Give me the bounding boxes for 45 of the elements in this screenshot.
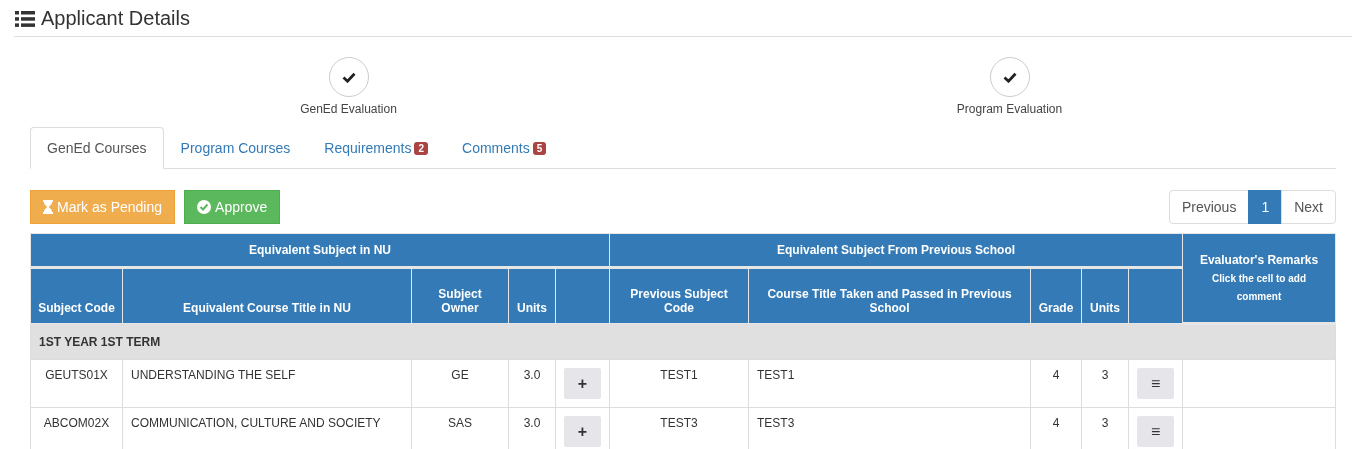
check-icon <box>1002 71 1017 83</box>
column-header: Units <box>1081 267 1129 324</box>
tab[interactable]: Comments 5 <box>445 127 564 169</box>
header-cell <box>1128 267 1183 324</box>
group-header: Equivalent Subject in NU <box>30 233 610 268</box>
table-cell: 4 <box>1030 359 1082 408</box>
group-header: Equivalent Subject From Previous School <box>609 233 1183 268</box>
add-button[interactable]: + <box>564 368 601 399</box>
hourglass-icon <box>43 200 53 214</box>
table-cell: 3 <box>1081 359 1129 408</box>
column-header: Grade <box>1030 267 1082 324</box>
page-link[interactable]: 1 <box>1248 190 1283 224</box>
column-header: Previous Subject Code <box>609 267 749 324</box>
check-circle-icon <box>197 200 212 214</box>
step-label: GenEd Evaluation <box>300 102 397 116</box>
table-cell: TEST1 <box>609 359 749 408</box>
count-badge: 2 <box>414 141 429 155</box>
step-label: Program Evaluation <box>956 102 1063 116</box>
tab[interactable]: Program Courses <box>163 127 308 169</box>
table-cell: GEUTS01X <box>30 359 123 408</box>
column-header: Equivalent Course Title in NU <box>122 267 412 324</box>
menu-button[interactable]: ≡ <box>1137 368 1175 399</box>
table-cell: GE <box>411 359 509 408</box>
table-cell: TEST1 <box>748 359 1031 408</box>
column-header: Evaluator's Remarks Click the cell to add comment <box>1182 233 1336 324</box>
page-title: Applicant Details <box>41 6 190 30</box>
column-header: Units <box>508 267 556 324</box>
header-cell <box>555 267 610 324</box>
add-button[interactable]: + <box>564 416 601 447</box>
list-icon <box>15 11 35 27</box>
check-icon <box>341 71 356 83</box>
tab[interactable]: GenEd Courses <box>30 127 164 169</box>
column-header: Subject Code <box>30 267 123 324</box>
tab[interactable]: Requirements 2 <box>307 127 446 169</box>
table-cell: 3.0 <box>508 359 556 408</box>
menu-button[interactable]: ≡ <box>1137 416 1175 447</box>
page-link[interactable]: Previous <box>1168 190 1250 224</box>
remarks-cell[interactable] <box>1182 359 1336 408</box>
table-cell: ABCOM02X <box>30 407 123 449</box>
page-link[interactable]: Next <box>1281 190 1336 224</box>
column-header: Subject Owner <box>411 267 509 324</box>
column-header: Course Title Taken and Passed in Previous School <box>748 267 1031 324</box>
table-cell: UNDERSTANDING THE SELF <box>122 359 412 408</box>
count-badge: 5 <box>532 141 547 155</box>
term-row: 1ST YEAR 1ST TERM <box>30 323 1336 360</box>
